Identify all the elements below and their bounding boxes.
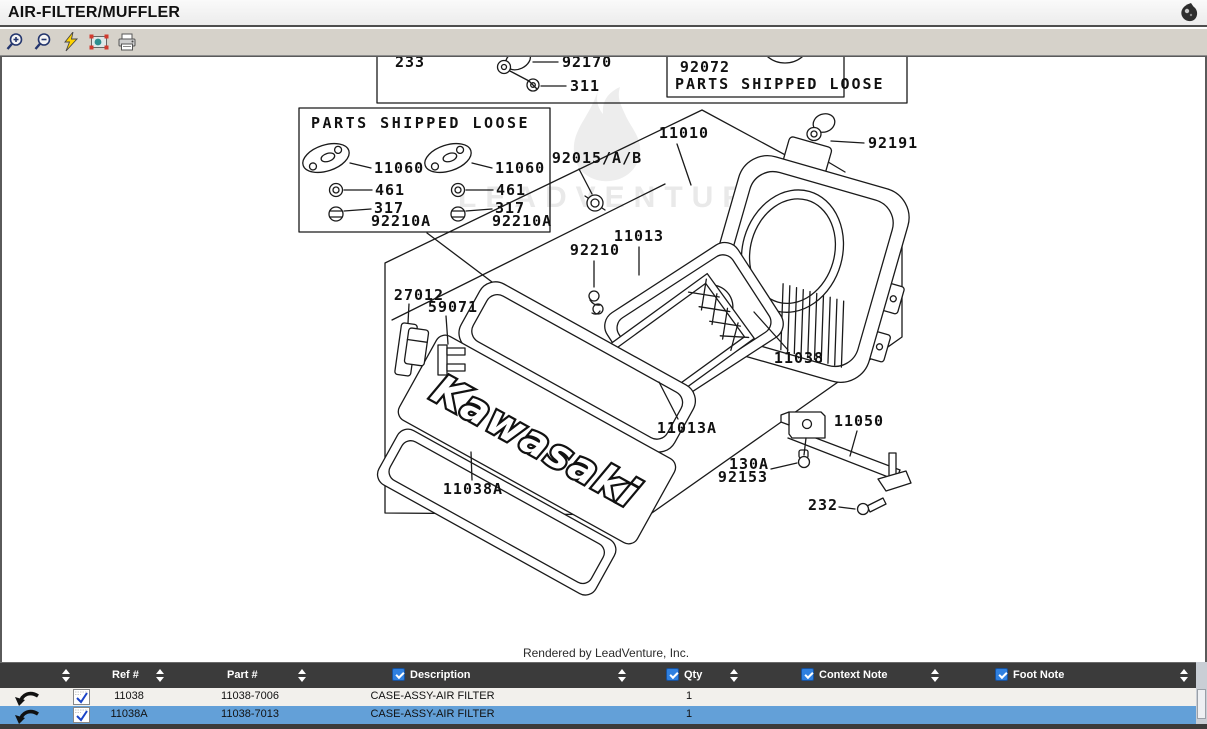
nut-311-drawing: [527, 79, 539, 91]
sort-icon[interactable]: [1180, 669, 1189, 683]
sort-icon[interactable]: [62, 669, 71, 683]
sort-icon[interactable]: [931, 669, 940, 683]
table-scrollbar[interactable]: [1196, 662, 1207, 724]
part-label-11013A[interactable]: 11013A: [657, 419, 717, 437]
part-label-92015[interactable]: 92015/A/B: [552, 149, 642, 167]
print-icon[interactable]: [116, 31, 138, 53]
part-label-11013[interactable]: 11013: [614, 227, 664, 245]
cap-92191-drawing: [807, 111, 837, 141]
description-checkbox[interactable]: [392, 668, 405, 681]
diagram-canvas[interactable]: LEADVENTURE 233 92170 311: [0, 56, 1207, 662]
part-label-92210A-2[interactable]: 92210A: [492, 212, 552, 230]
collar-drawing: [330, 184, 343, 197]
exploded-parts-diagram: LEADVENTURE 233 92170 311: [2, 57, 1205, 660]
table-bottom-strip: [0, 724, 1207, 729]
sort-icon[interactable]: [298, 669, 307, 683]
cell-part[interactable]: 11038-7006: [195, 690, 305, 702]
part-label-11010[interactable]: 11010: [659, 124, 709, 142]
cell-ref[interactable]: 11038: [84, 690, 174, 702]
column-header-qty[interactable]: Qty: [684, 669, 702, 681]
part-label-11038A[interactable]: 11038A: [443, 480, 503, 498]
cell-description[interactable]: CASE-ASSY-AIR FILTER: [330, 690, 535, 702]
cell-description[interactable]: CASE-ASSY-AIR FILTER: [330, 708, 535, 720]
part-label-11060-1[interactable]: 11060: [374, 159, 424, 177]
foot-note-checkbox[interactable]: [995, 668, 1008, 681]
part-label-11038[interactable]: 11038: [774, 349, 824, 367]
loose-box-title: PARTS SHIPPED LOOSE: [311, 114, 530, 132]
part-label-59071[interactable]: 59071: [428, 298, 478, 316]
part-label-92153[interactable]: 92153: [718, 468, 768, 486]
cell-part[interactable]: 11038-7013: [195, 708, 305, 720]
parts-viewer-window: AIR-FILTER/MUFFLER: [0, 0, 1207, 729]
cell-ref[interactable]: 11038A: [84, 708, 174, 720]
part-label-11050[interactable]: 11050: [834, 412, 884, 430]
page-title: AIR-FILTER/MUFFLER: [0, 4, 180, 22]
cell-qty[interactable]: 1: [659, 690, 719, 702]
part-label-92210[interactable]: 92210: [570, 241, 620, 259]
column-header-ref[interactable]: Ref #: [112, 669, 139, 681]
zoom-in-icon[interactable]: [4, 31, 26, 53]
cell-qty[interactable]: 1: [659, 708, 719, 720]
loose-parts-box-left: PARTS SHIPPED LOOSE 11060 461 317 92210A: [299, 108, 552, 232]
lightning-quick-select-icon[interactable]: [60, 31, 82, 53]
parts-table-header: Ref # Part # Description Qty Context Not…: [0, 662, 1196, 688]
toolbar: [0, 29, 1207, 56]
column-header-foot-note[interactable]: Foot Note: [1013, 669, 1064, 681]
part-label-92210A-1[interactable]: 92210A: [371, 212, 431, 230]
qty-checkbox[interactable]: [666, 668, 679, 681]
sort-icon[interactable]: [730, 669, 739, 683]
part-label-233[interactable]: 233: [395, 57, 425, 71]
nut-drawing: [451, 207, 465, 221]
column-header-description[interactable]: Description: [410, 669, 471, 681]
gasket-drawing: [299, 138, 353, 178]
table-scrollbar-thumb[interactable]: [1197, 689, 1206, 719]
screw-232-drawing: [858, 498, 887, 515]
part-label-92072[interactable]: 92072: [680, 58, 730, 76]
sort-icon[interactable]: [156, 669, 165, 683]
part-label-461-1[interactable]: 461: [375, 181, 405, 199]
table-row[interactable]: 11038 11038-7006 CASE-ASSY-AIR FILTER 1: [0, 688, 1196, 706]
highlight-part-arrow-icon[interactable]: [14, 688, 40, 706]
collar-drawing: [452, 184, 465, 197]
clamp-92210-drawing: [589, 291, 603, 314]
part-label-92191[interactable]: 92191: [868, 134, 918, 152]
highlight-part-arrow-icon[interactable]: [14, 706, 40, 724]
parts-table: Ref # Part # Description Qty Context Not…: [0, 662, 1207, 729]
loose-parts-box-right: 92072 PARTS SHIPPED LOOSE: [667, 57, 885, 97]
gasket-drawing: [421, 138, 475, 178]
nut-drawing: [329, 207, 343, 221]
context-note-checkbox[interactable]: [801, 668, 814, 681]
part-label-92170[interactable]: 92170: [562, 57, 612, 71]
bolt-92170-drawing: [498, 57, 534, 81]
part-label-232[interactable]: 232: [808, 496, 838, 514]
title-bar: AIR-FILTER/MUFFLER: [0, 0, 1207, 27]
column-header-context-note[interactable]: Context Note: [819, 669, 887, 681]
part-label-461-2[interactable]: 461: [496, 181, 526, 199]
table-row-selected[interactable]: 11038A 11038-7013 CASE-ASSY-AIR FILTER 1: [0, 706, 1196, 724]
zoom-out-icon[interactable]: [32, 31, 54, 53]
part-label-311[interactable]: 311: [570, 77, 600, 95]
sort-icon[interactable]: [618, 669, 627, 683]
ink-annotation-icon[interactable]: [1177, 2, 1201, 24]
image-select-tool-icon[interactable]: [88, 31, 110, 53]
rendered-by-text: Rendered by LeadVenture, Inc.: [523, 646, 689, 660]
part-label-11060-2[interactable]: 11060: [495, 159, 545, 177]
column-header-part[interactable]: Part #: [227, 669, 258, 681]
loose-caption-right: PARTS SHIPPED LOOSE: [675, 75, 885, 93]
